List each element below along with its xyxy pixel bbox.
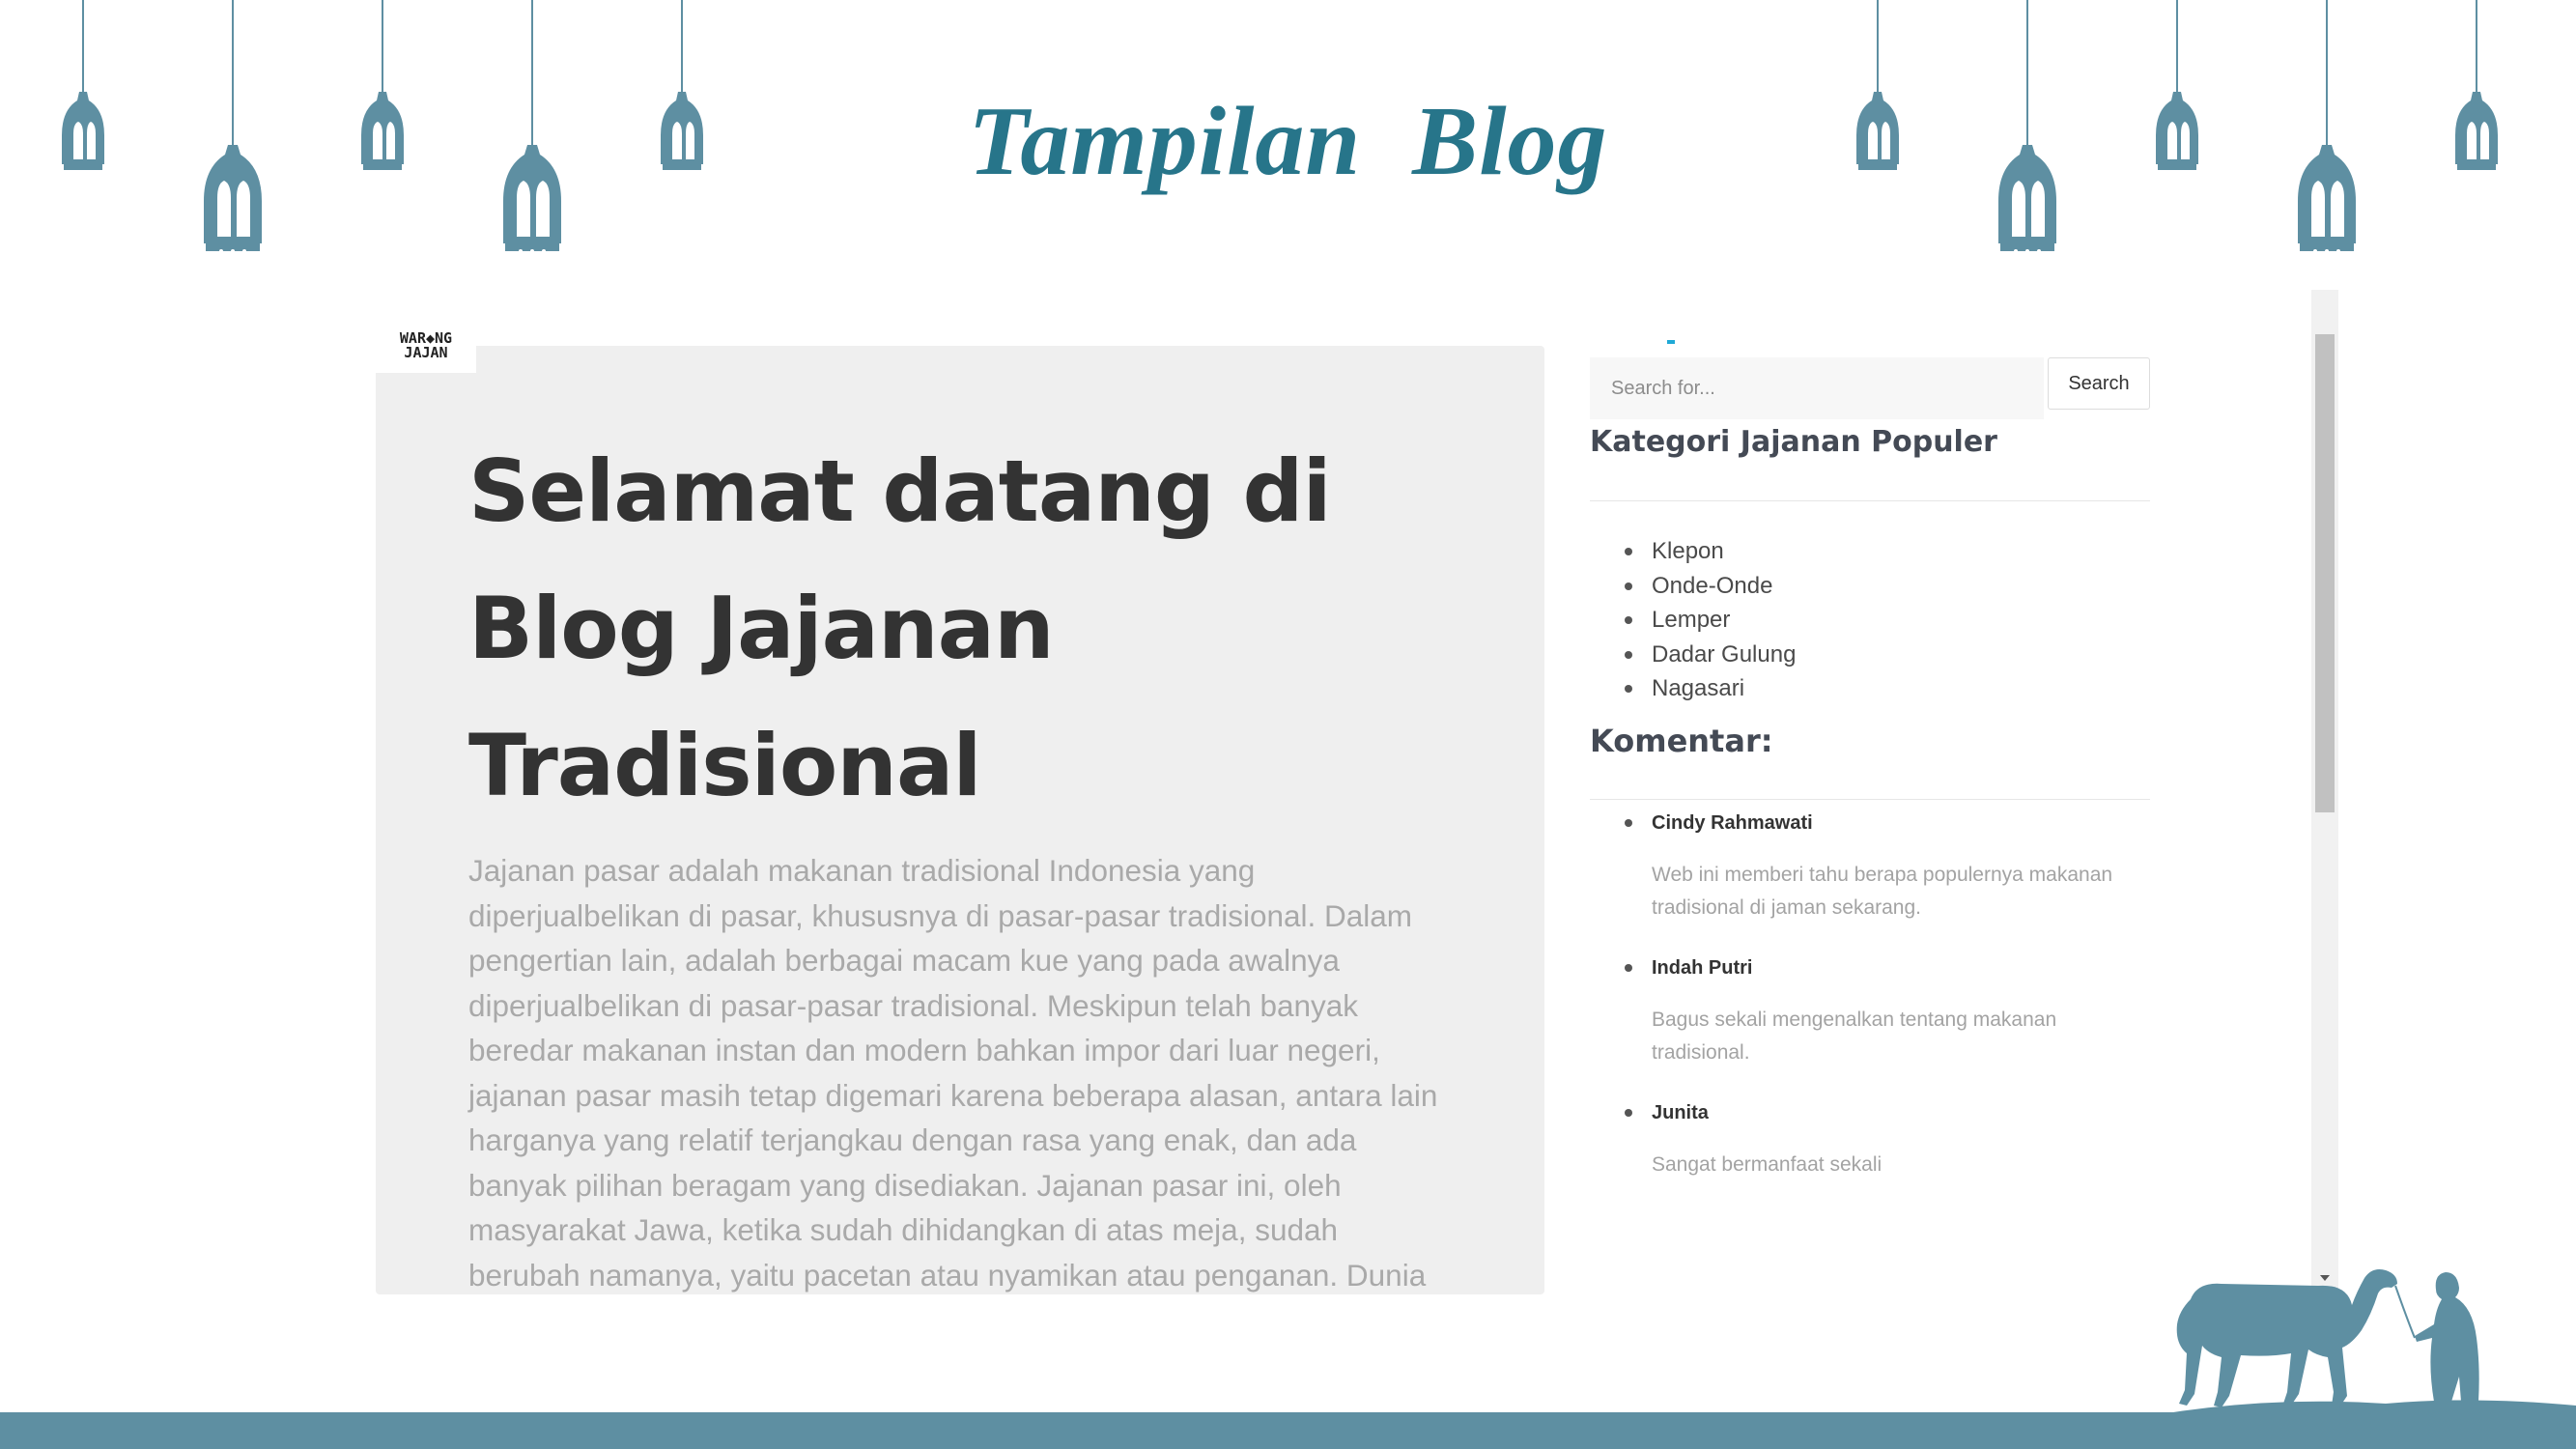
category-item[interactable]: Lemper [1590,603,1796,638]
comment-author: Cindy Rahmawati [1590,807,2169,839]
category-list: Klepon Onde-Onde Lemper Dadar Gulung Nag… [1590,534,1796,706]
site-logo[interactable]: WAR◆NG JAJAN [376,319,476,373]
comment-text: Bagus sekali mengenalkan tentang makanan… [1652,1009,2057,1064]
hero-title: Selamat datang di Blog Jajanan Tradision… [468,441,1332,815]
comment-author: Indah Putri [1590,952,2169,984]
search-input[interactable]: Search for... [1590,357,2044,419]
comment-item: Cindy Rahmawati Web ini memberi tahu ber… [1590,807,2169,924]
category-item[interactable]: Onde-Onde [1590,569,1796,604]
comments-title: Komentar: [1590,723,1773,759]
camel-traveler-icon [2154,1269,2576,1415]
hero-paragraph: Jajanan pasar adalah makanan tradisional… [468,853,1438,1293]
category-item[interactable]: Nagasari [1590,671,1796,706]
categories-title: Kategori Jajanan Populer [1590,425,1997,459]
search-button[interactable]: Search [2048,357,2150,410]
comment-item: Indah Putri Bagus sekali mengenalkan ten… [1590,952,2169,1069]
category-item[interactable]: Klepon [1590,534,1796,569]
comment-item: Junita Sangat bermanfaat sekali [1590,1096,2169,1181]
comment-text: Web ini memberi tahu berapa populernya m… [1652,864,2113,919]
footer-band [0,1412,2576,1449]
blog-screenshot: Selamat datang di Blog Jajanan Tradision… [376,290,2338,1294]
category-item[interactable]: Dadar Gulung [1590,638,1796,672]
comment-text: Sangat bermanfaat sekali [1652,1153,1882,1176]
comment-author: Junita [1590,1096,2169,1129]
logo-text: WAR◆NG JAJAN [380,331,472,360]
vertical-scrollbar[interactable] [2311,290,2338,1294]
nav-underline [1667,340,1675,344]
divider [1590,799,2150,800]
scrollbar-thumb[interactable] [2315,334,2335,812]
slide-title: Tampilan Blog [968,87,1608,196]
sidebar: Search for... Search Kategori Jajanan Po… [1590,290,2169,1294]
hero-section: Selamat datang di Blog Jajanan Tradision… [376,346,1544,1294]
divider [1590,500,2150,501]
logo-line-2: JAJAN [404,344,448,361]
